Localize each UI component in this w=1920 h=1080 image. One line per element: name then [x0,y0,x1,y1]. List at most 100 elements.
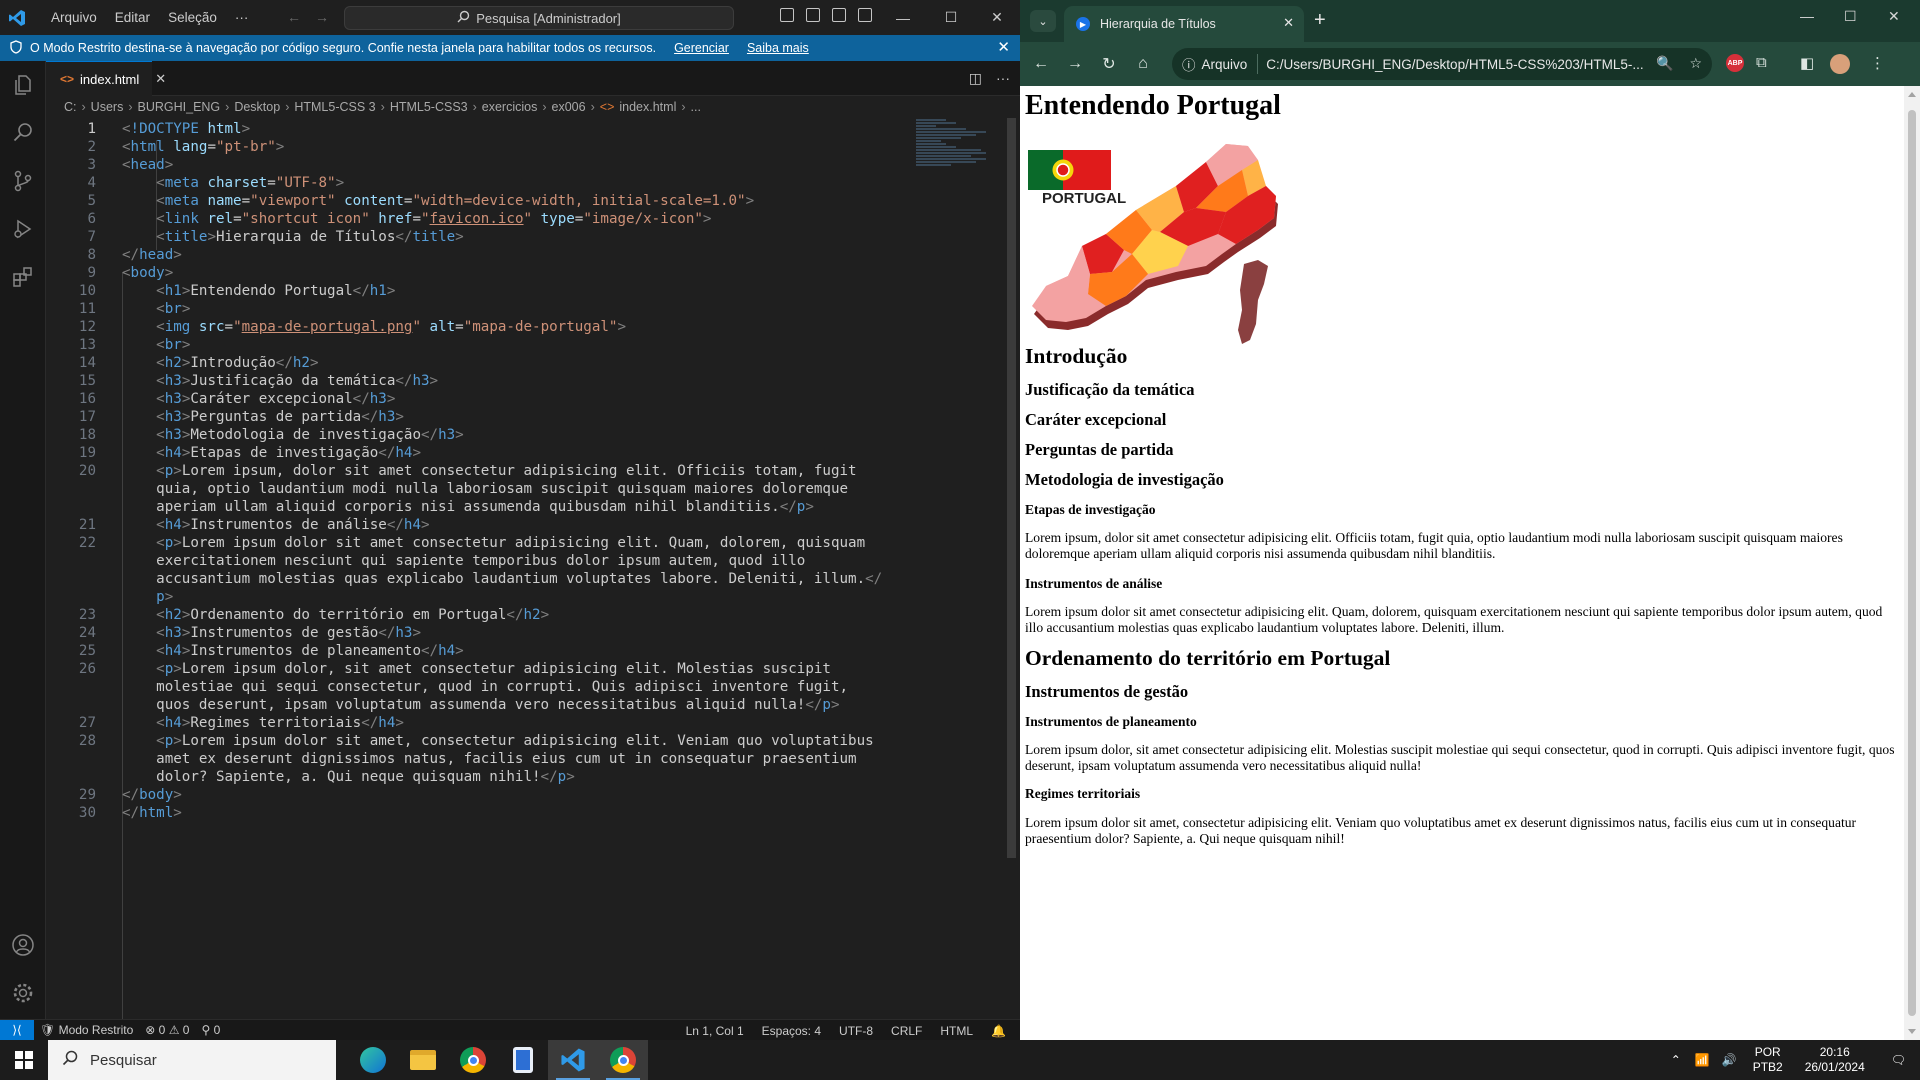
wifi-icon[interactable]: 📶 [1689,1053,1716,1067]
cursor-position[interactable]: Ln 1, Col 1 [680,1024,750,1038]
bookmark-star-icon[interactable]: ☆ [1689,55,1702,72]
adblock-extension-icon[interactable]: ABP [1726,54,1744,72]
bell-icon[interactable]: 🔔 [985,1024,1012,1038]
volume-icon[interactable]: 🔊 [1716,1053,1743,1067]
toggle-secondary-sidebar-icon[interactable] [832,8,846,22]
back-arrow-icon[interactable]: ← [1024,55,1058,73]
site-info-chip[interactable]: ⓘ Arquivo [1182,54,1259,74]
browser-tab[interactable]: ▶ Hierarquia de Títulos ✕ [1064,6,1304,42]
search-view-icon[interactable] [11,121,35,145]
maximize-button[interactable]: ☐ [928,0,974,35]
more-actions-icon[interactable]: ··· [996,70,1010,87]
chrome-app-icon[interactable] [598,1040,648,1080]
banner-learn-link[interactable]: Saiba mais [747,41,809,55]
edge-app-icon[interactable] [348,1040,398,1080]
code-line: </html> [122,805,182,821]
restricted-mode-status[interactable]: 🛡 Modo Restrito [34,1023,139,1037]
toggle-primary-sidebar-icon[interactable] [780,8,794,22]
editor-scrollbar[interactable] [1004,118,1018,1018]
vscode-app-icon[interactable] [548,1040,598,1080]
address-bar[interactable]: ⓘ Arquivo C:/Users/BURGHI_ENG/Desktop/HTM… [1172,48,1712,80]
maximize-button[interactable]: ☐ [1844,8,1857,25]
scroll-down-icon[interactable] [1908,1029,1916,1034]
problems-status[interactable]: ⊗ 0 ⚠ 0 [139,1023,195,1037]
breadcrumb-item[interactable]: index.html [619,100,676,114]
new-tab-icon[interactable]: + [1314,9,1326,32]
menu-more[interactable]: ··· [226,10,258,25]
extensions-puzzle-icon[interactable]: ⧉ [1756,54,1767,71]
source-control-icon[interactable] [11,169,35,193]
tab-search-chevron-icon[interactable]: ⌄ [1030,10,1056,32]
ports-status[interactable]: ⚲ 0 [195,1023,226,1037]
encoding[interactable]: UTF-8 [833,1024,879,1038]
split-editor-icon[interactable]: ◫ [969,70,982,87]
indentation[interactable]: Espaços: 4 [756,1024,827,1038]
profile-avatar[interactable] [1830,54,1850,74]
breadcrumb-item[interactable]: C: [64,100,77,114]
clock[interactable]: 20:16 26/01/2024 [1793,1045,1877,1075]
line-ending[interactable]: CRLF [885,1024,928,1038]
calculator-app-icon[interactable] [498,1040,548,1080]
windows-start-icon[interactable] [0,1040,48,1080]
close-button[interactable]: ✕ [974,0,1020,35]
reload-icon[interactable]: ↻ [1092,54,1126,74]
tab-index-html[interactable]: <> index.html ✕ [46,61,166,96]
breadcrumb-item[interactable]: HTML5-CSS 3 [294,100,375,114]
notifications-icon[interactable]: 🗨 [1877,1053,1920,1067]
browser-tab-strip: ⌄ ▶ Hierarquia de Títulos ✕ + — ☐ ✕ [1020,0,1920,42]
editor-tabs: <> index.html ✕ ◫ ··· [46,61,1020,96]
minimize-button[interactable]: — [1800,8,1814,24]
chrome-app-icon[interactable] [448,1040,498,1080]
chevron-up-icon[interactable]: ⌃ [1663,1053,1689,1067]
banner-manage-link[interactable]: Gerenciar [674,41,729,55]
banner-text: O Modo Restrito destina-se à navegação p… [30,41,657,55]
accounts-icon[interactable] [11,933,35,957]
settings-gear-icon[interactable] [11,981,35,1005]
command-center-search[interactable]: Pesquisa [Administrador] [344,6,734,30]
home-icon[interactable]: ⌂ [1126,55,1160,73]
close-button[interactable]: ✕ [1888,8,1900,25]
remote-icon[interactable]: ⟩⟨ [0,1019,34,1041]
chevron-right-icon: › [590,100,595,114]
heading-h2-ordenamento: Ordenamento do território em Portugal [1025,646,1391,670]
input-language[interactable]: POR PTB2 [1743,1045,1793,1075]
forward-arrow-icon[interactable]: → [1058,55,1092,73]
file-explorer-app-icon[interactable] [398,1040,448,1080]
minimap[interactable] [916,118,1006,188]
breadcrumb-item[interactable]: exercicios [482,100,538,114]
breadcrumb-item[interactable]: Users [91,100,124,114]
customize-layout-icon[interactable] [858,8,872,22]
side-panel-icon[interactable]: ◧ [1800,54,1814,72]
page-scrollbar[interactable] [1904,86,1920,1040]
breadcrumb-item[interactable]: HTML5-CSS3 [390,100,468,114]
breadcrumb-item[interactable]: ex006 [552,100,586,114]
chevron-right-icon: › [472,100,477,114]
taskbar-search[interactable]: Pesquisar [48,1040,336,1080]
scrollbar-thumb[interactable] [1007,118,1016,858]
explorer-icon[interactable] [11,73,35,97]
scrollbar-thumb[interactable] [1908,110,1916,1016]
kebab-menu-icon[interactable]: ⋮ [1870,54,1885,72]
nav-back-forward[interactable]: ←→ [287,9,343,25]
menu-selecao[interactable]: Seleção [159,10,226,25]
zoom-icon[interactable]: 🔍 [1656,55,1673,72]
run-debug-icon[interactable] [11,217,35,241]
tab-close-icon[interactable]: ✕ [1283,15,1294,31]
tab-close-icon[interactable]: ✕ [155,71,166,87]
minimize-button[interactable]: — [880,0,926,35]
breadcrumb-item[interactable]: ... [691,100,701,114]
language-mode[interactable]: HTML [934,1024,979,1038]
breadcrumb-item[interactable]: Desktop [234,100,280,114]
menu-arquivo[interactable]: Arquivo [42,10,106,25]
url-text: C:/Users/BURGHI_ENG/Desktop/HTML5-CSS%20… [1266,56,1644,72]
info-icon: ⓘ [1182,58,1196,73]
menu-editar[interactable]: Editar [106,10,159,25]
banner-close-icon[interactable]: ✕ [997,38,1010,56]
breadcrumb-item[interactable]: BURGHI_ENG [138,100,221,114]
menu-bar: Arquivo Editar Seleção ··· [42,10,257,25]
heading-h4-instrumentos-analise: Instrumentos de análise [1025,576,1163,591]
scroll-up-icon[interactable] [1908,92,1916,97]
toggle-panel-icon[interactable] [806,8,820,22]
code-editor[interactable]: 1 <!DOCTYPE html> 2 <html lang="pt-br"> 3 <… [46,118,1020,1038]
extensions-icon[interactable] [11,265,35,289]
